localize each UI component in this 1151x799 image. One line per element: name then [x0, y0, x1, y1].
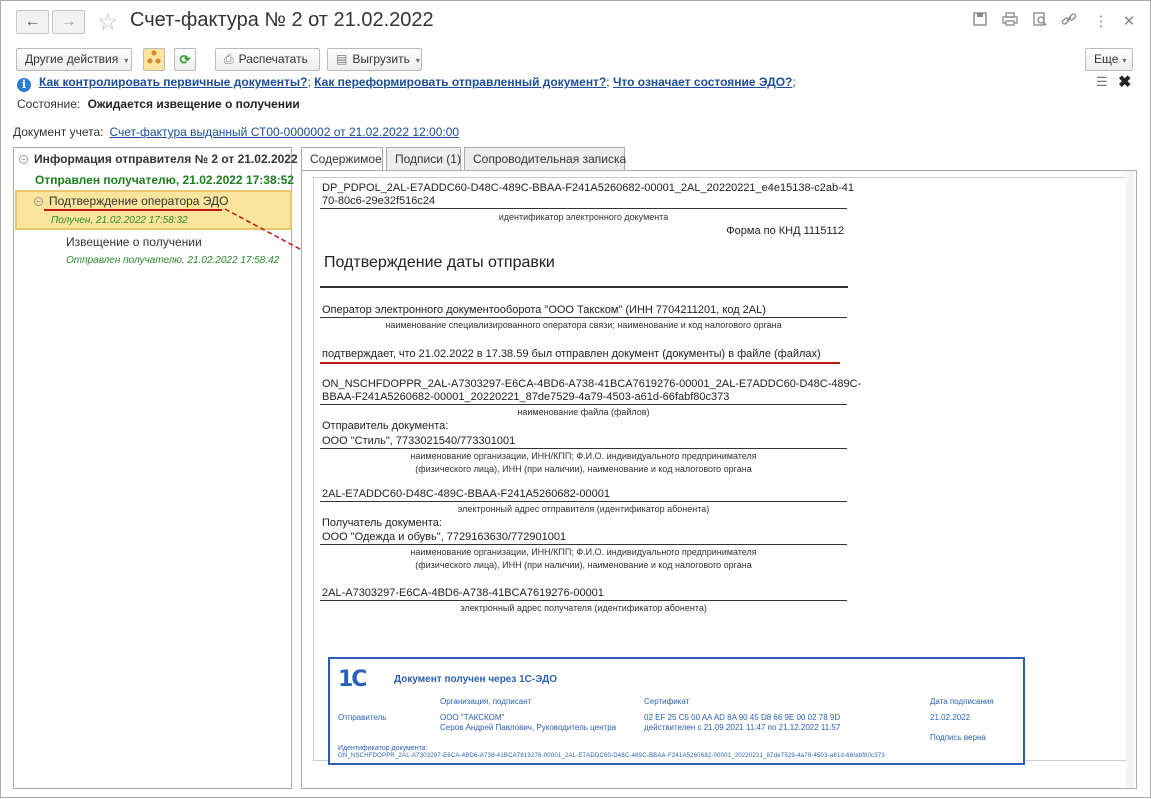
receiver-label: Получатель документа: — [322, 517, 442, 529]
confirm-text: подтверждает, что 21.02.2022 в 17.38.59 … — [322, 348, 821, 360]
help-link-reform[interactable]: Как переформировать отправленный докумен… — [314, 75, 606, 89]
stamp-org: ООО "ТАКСКОМ" — [440, 713, 505, 722]
close-window-icon[interactable]: ✕ — [1119, 12, 1139, 32]
doc-id-caption: идентификатор электронного документа — [498, 212, 669, 222]
arrow-left-icon: ← — [24, 13, 41, 30]
stamp-signer: Серов Андрей Павлович, Руководитель цент… — [440, 723, 617, 732]
stamp-col-date: Дата подписания — [930, 697, 994, 706]
sender-value: ООО "Стиль", 7733021540/773301001 — [322, 435, 516, 447]
printed-document: DP_PDPOL_2AL-E7ADDC60-D48C-489C-BBAA-F24… — [313, 177, 1128, 765]
doc-id-line1: DP_PDPOL_2AL-E7ADDC60-D48C-489C-BBAA-F24… — [322, 182, 855, 194]
help-link-edo-state[interactable]: Что означает состояние ЭДО? — [613, 75, 792, 89]
stamp-title: Документ получен через 1С-ЭДО — [394, 674, 557, 685]
close-panel-icon[interactable]: ✖ — [1118, 72, 1131, 92]
file-name-line1: ON_NSCHFDOPPR_2AL-A7303297-E6CA-4BD6-A73… — [322, 378, 862, 390]
sender-org-caption2: (физического лица), ИНН (при наличии), н… — [415, 464, 752, 474]
1c-logo: 1С — [338, 667, 367, 692]
file-name-line2: BBAA-F241A5260682-00001_20220221_87de752… — [322, 391, 730, 403]
sender-address: 2AL-E7ADDC60-D48C-489C-BBAA-F241A5260682… — [322, 488, 610, 500]
stamp-role: Отправитель — [338, 713, 387, 722]
sender-address-caption: электронный адрес отправителя (идентифик… — [457, 504, 710, 514]
dropdown-caret-icon: ▾ — [1122, 56, 1127, 65]
title-bar: ← → ☆ Счет-фактура № 2 от 21.02.2022 ⋮ ✕ — [1, 1, 1150, 43]
status-value: Ожидается извещение о получении — [87, 97, 300, 111]
tree-node-leaf-status: Отправлен получателю, 21.02.2022 17:58:4… — [66, 255, 280, 266]
stamp-id-label: Идентификатор документа: — [338, 745, 428, 752]
collapse-icon[interactable]: − — [34, 197, 43, 206]
receiver-org-caption1: наименование организации, ИНН/КПП; Ф.И.О… — [410, 547, 757, 557]
scrollbar[interactable] — [1126, 171, 1134, 788]
forward-button[interactable]: → — [52, 10, 85, 34]
structure-icon[interactable] — [143, 48, 165, 71]
account-doc-link[interactable]: Счет-фактура выданный СТ00-0000002 от 21… — [109, 125, 459, 139]
content-panel: DP_PDPOL_2AL-E7ADDC60-D48C-489C-BBAA-F24… — [301, 170, 1137, 789]
stamp-col-org: Организация, подписант — [440, 697, 532, 706]
receiver-org-caption2: (физического лица), ИНН (при наличии), н… — [415, 560, 752, 570]
print-button[interactable]: ⎙ Распечатать — [215, 48, 320, 71]
printer-icon: ⎙ — [224, 52, 234, 66]
tab-signatures[interactable]: Подписи (1) — [386, 147, 461, 171]
favorite-star-icon[interactable]: ☆ — [97, 8, 119, 37]
help-links-row: i Как контролировать первичные документы?… — [17, 75, 796, 92]
tree-node-receipt-notice[interactable]: Извещение о получении — [66, 235, 202, 249]
doc-id-line2: 70-80c6-29e32f516c24 — [322, 195, 436, 207]
save-icon[interactable] — [970, 12, 990, 32]
export-button[interactable]: ▤ Выгрузить ▾ — [327, 48, 422, 71]
print-icon[interactable] — [1000, 12, 1020, 32]
operator-text: Оператор электронного документооборота "… — [322, 304, 766, 316]
receiver-value: ООО "Одежда и обувь", 7729163630/7729010… — [322, 531, 567, 543]
stamp-sign-ok: Подпись верна — [930, 733, 986, 742]
tree-node-operator-confirm[interactable]: − Подтверждение оператора ЭДО — [34, 194, 229, 208]
form-code: Форма по КНД 1115112 — [726, 225, 844, 237]
account-doc-row: Документ учета: Счет-фактура выданный СТ0… — [13, 125, 460, 139]
sender-org-caption1: наименование организации, ИНН/КПП; Ф.И.О… — [410, 451, 757, 461]
stamp-id-value: ON_NSCHFDOPPR_2AL-A7303297-E6CA-4BD6-A73… — [338, 753, 885, 759]
stamp-cert: 02 EF 25 C5 00 AA AD 8A 90 45 D8 66 9E 0… — [644, 713, 841, 722]
stamp-cert-valid: действителен с 21.09.2021 11:47 по 21.12… — [644, 723, 841, 732]
other-actions-button[interactable]: Другие действия ▾ — [16, 48, 132, 71]
refresh-icon[interactable]: ⟳ — [174, 48, 196, 71]
receiver-address-caption: электронный адрес получателя (идентифика… — [460, 603, 707, 613]
arrow-right-icon: → — [60, 13, 77, 30]
edo-stamp: 1С Документ получен через 1С-ЭДО Организ… — [328, 657, 1025, 765]
red-underline-annotation — [320, 362, 840, 364]
document-tree: − Информация отправителя № 2 от 21.02.202… — [13, 147, 298, 789]
tree-node-root-status: Отправлен получателю, 21.02.2022 17:38:5… — [35, 173, 294, 187]
back-button[interactable]: ← — [16, 10, 49, 34]
dropdown-caret-icon: ▾ — [124, 56, 129, 65]
floppy-icon: ▤ — [336, 52, 348, 66]
status-row: Состояние: Ожидается извещение о получен… — [17, 97, 300, 111]
collapse-icon[interactable]: − — [19, 155, 28, 164]
info-icon: i — [17, 78, 31, 92]
preview-icon[interactable] — [1030, 12, 1050, 32]
document-heading: Подтверждение даты отправки — [324, 254, 555, 271]
document-window: ← → ☆ Счет-фактура № 2 от 21.02.2022 ⋮ ✕… — [0, 0, 1151, 798]
more-button[interactable]: Еще ▾ — [1085, 48, 1133, 71]
sender-label: Отправитель документа: — [322, 420, 449, 432]
tree-node-child-status: Получен, 21.02.2022 17:58:32 — [51, 215, 188, 226]
tree-node-sender-info[interactable]: − Информация отправителя № 2 от 21.02.202… — [19, 152, 298, 166]
help-link-control[interactable]: Как контролировать первичные документы? — [39, 75, 308, 89]
more-vertical-icon[interactable]: ⋮ — [1091, 12, 1111, 32]
stamp-date: 21.02.2022 — [930, 713, 971, 722]
tab-cover-note[interactable]: Сопроводительная записка — [464, 147, 626, 171]
red-underline-annotation — [44, 209, 222, 211]
receiver-address: 2AL-A7303297-E6CA-4BD6-A738-41BCA7619276… — [322, 587, 604, 599]
list-icon[interactable]: ☰ — [1096, 74, 1108, 90]
link-icon[interactable] — [1059, 12, 1079, 32]
stamp-col-cert: Сертификат — [644, 697, 690, 706]
tab-content[interactable]: Содержимое — [301, 147, 383, 172]
window-title: Счет-фактура № 2 от 21.02.2022 — [130, 9, 434, 31]
file-caption: наименование файла (файлов) — [517, 407, 650, 417]
operator-caption: наименование специализированного операто… — [385, 320, 782, 330]
dropdown-caret-icon: ▾ — [415, 56, 420, 65]
